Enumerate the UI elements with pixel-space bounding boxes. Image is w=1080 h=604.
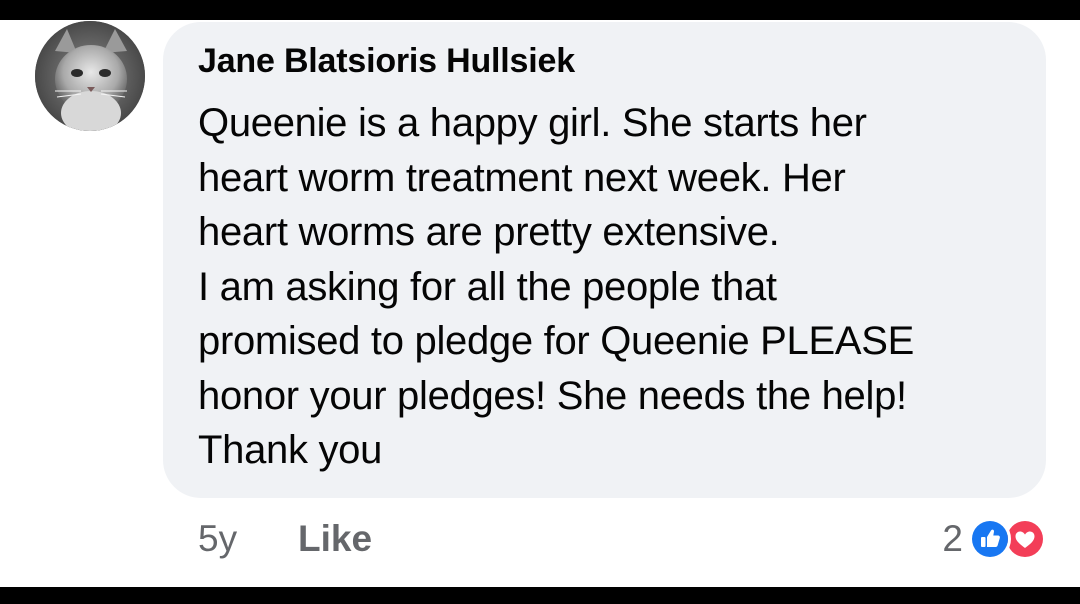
comment-line: Thank you	[198, 428, 383, 472]
comment-author[interactable]: Jane Blatsioris Hullsiek	[198, 42, 575, 81]
thumbs-up-icon	[969, 518, 1011, 560]
bottom-black-bar	[0, 587, 1080, 604]
cat-photo	[35, 21, 145, 131]
comment-line: Queenie is a happy girl. She starts her	[198, 101, 867, 145]
reaction-summary[interactable]: 2	[942, 513, 1046, 565]
like-button[interactable]: Like	[298, 518, 372, 560]
comment-line: I am asking for all the people that	[198, 264, 777, 309]
comment-line: heart worms are pretty extensive.	[198, 210, 780, 254]
comment-line: promised to pledge for Queenie PLEASE	[198, 319, 915, 363]
comment-line: heart worm treatment next week. Her	[198, 155, 846, 200]
comment-line: honor your pledges! She needs the help!	[198, 373, 907, 418]
avatar[interactable]	[35, 21, 145, 131]
top-black-bar	[0, 0, 1080, 20]
comment-body: Queenie is a happy girl. She starts her …	[198, 96, 1038, 478]
comment-timestamp[interactable]: 5y	[198, 518, 237, 560]
reaction-count: 2	[942, 518, 963, 559]
